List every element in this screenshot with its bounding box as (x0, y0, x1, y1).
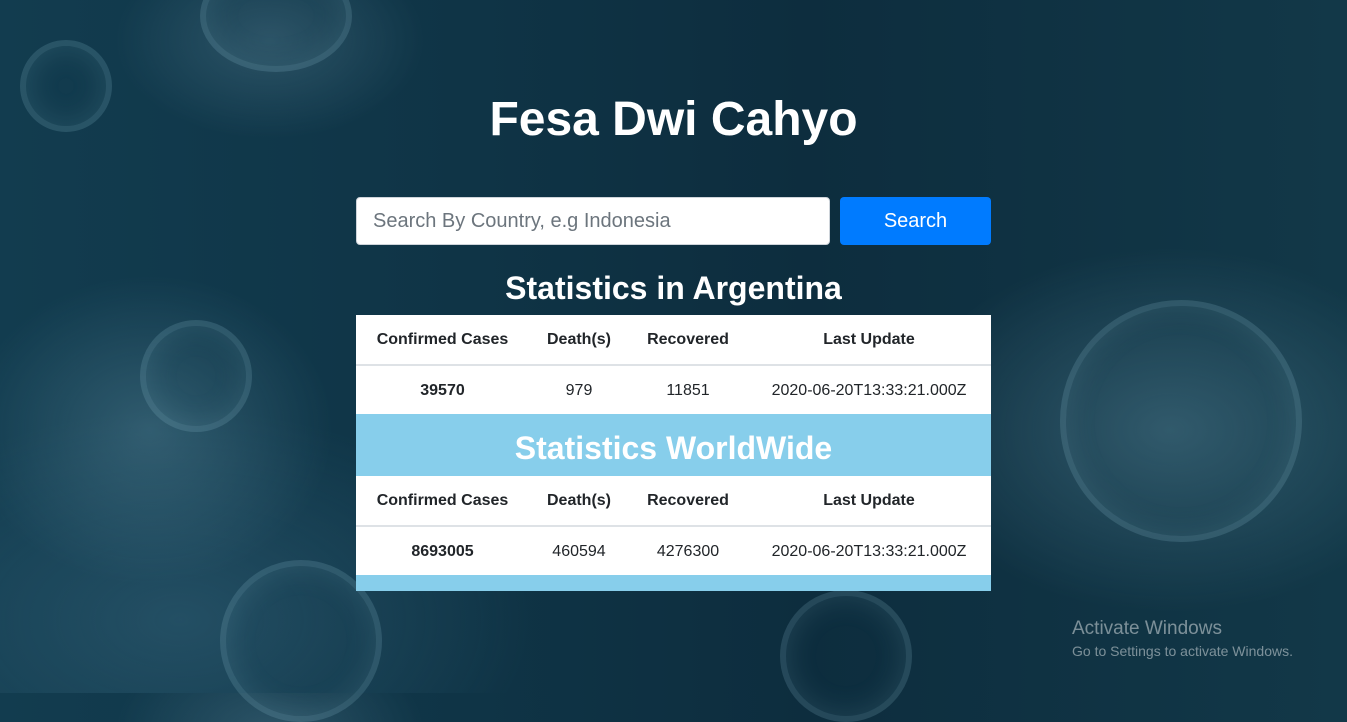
search-input[interactable] (356, 197, 830, 245)
recovered-value: 11851 (666, 381, 710, 399)
deaths-value: 460594 (552, 542, 606, 560)
worldwide-stats-table: Confirmed Cases Death(s) Recovered Last … (356, 476, 991, 576)
worldwide-stats-title: Statistics WorldWide (514, 430, 833, 466)
last-update-value: 2020-06-20T13:33:21.000Z (771, 381, 967, 399)
country-stats-title: Statistics in Argentina (505, 270, 842, 306)
last-update-value: 2020-06-20T13:33:21.000Z (771, 542, 967, 560)
virus-illustration (1060, 300, 1302, 542)
confirmed-cases-value: 39570 (420, 381, 465, 399)
column-header-confirmed: Confirmed Cases (356, 476, 529, 527)
column-header-last-update: Last Update (747, 476, 991, 527)
country-stats-table-panel: Confirmed Cases Death(s) Recovered Last … (356, 315, 991, 414)
column-header-deaths: Death(s) (529, 476, 629, 527)
virus-illustration (780, 590, 912, 722)
column-header-deaths: Death(s) (529, 315, 629, 366)
watermark-title: Activate Windows (1072, 618, 1222, 639)
column-header-confirmed: Confirmed Cases (356, 315, 529, 366)
table-header-row: Confirmed Cases Death(s) Recovered Last … (356, 476, 991, 527)
worldwide-footer-band (356, 575, 991, 591)
activate-windows-watermark: Activate Windows Go to Settings to activ… (1072, 618, 1293, 660)
virus-illustration (200, 0, 352, 72)
table-row: 8693005 460594 4276300 2020-06-20T13:33:… (356, 526, 991, 576)
table-row: 39570 979 11851 2020-06-20T13:33:21.000Z (356, 365, 991, 415)
recovered-value: 4276300 (656, 542, 720, 560)
page: Fesa Dwi Cahyo Search Statistics in Arge… (0, 0, 1347, 722)
watermark-subtitle: Go to Settings to activate Windows. (1072, 643, 1293, 659)
confirmed-cases-value: 8693005 (411, 542, 474, 560)
column-header-recovered: Recovered (629, 315, 747, 366)
worldwide-stats-table-panel: Confirmed Cases Death(s) Recovered Last … (356, 476, 991, 575)
page-title: Fesa Dwi Cahyo (489, 93, 858, 146)
country-stats-table: Confirmed Cases Death(s) Recovered Last … (356, 315, 991, 415)
column-header-recovered: Recovered (629, 476, 747, 527)
column-header-last-update: Last Update (747, 315, 991, 366)
deaths-value: 979 (565, 381, 593, 399)
search-button[interactable]: Search (840, 197, 991, 245)
table-header-row: Confirmed Cases Death(s) Recovered Last … (356, 315, 991, 366)
virus-illustration (140, 320, 252, 432)
